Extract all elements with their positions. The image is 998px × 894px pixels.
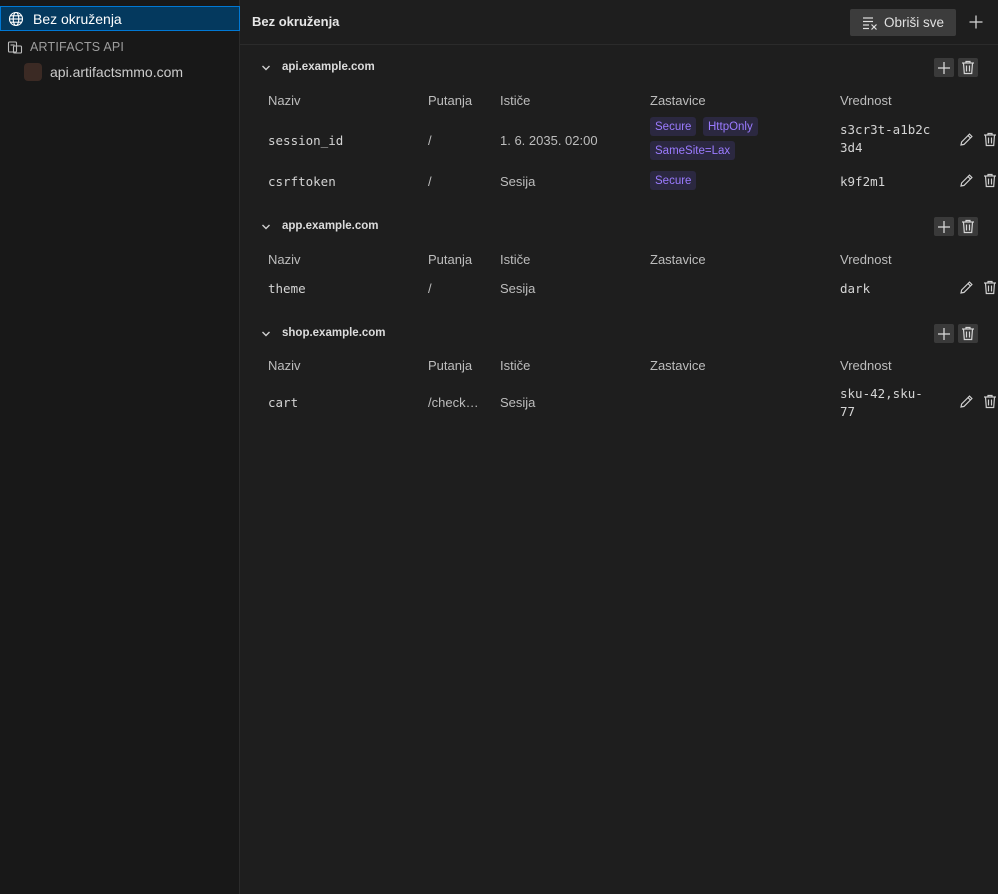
cookie-manager-window: Bez okruženja ARTIFACTS API api.artifact… <box>0 0 998 894</box>
plus-icon <box>938 61 950 74</box>
clear-all-button[interactable]: Obriši sve <box>850 9 956 36</box>
flag-badge: Secure <box>650 171 697 190</box>
edit-cookie-button[interactable] <box>957 278 975 296</box>
delete-cookie-button[interactable] <box>981 130 998 148</box>
cookie-name: session_id <box>268 133 344 148</box>
cookie-expires: Sesija <box>500 281 536 296</box>
delete-cookie-button[interactable] <box>981 392 998 410</box>
trash-icon <box>962 60 974 75</box>
column-header-expires: Ističe <box>500 358 531 373</box>
column-header-flags: Zastavice <box>650 252 706 267</box>
environment-group-header[interactable]: ARTIFACTS API <box>0 37 240 57</box>
plus-icon <box>938 327 950 340</box>
trash-icon <box>962 219 974 234</box>
trash-icon <box>984 173 996 187</box>
cookie-value: dark <box>840 281 871 296</box>
globe-icon <box>8 11 24 26</box>
cookie-expires: 1. 6. 2035. 02:00 <box>500 133 598 148</box>
column-header-name: Naziv <box>268 358 301 373</box>
environment-item-artifacts[interactable]: api.artifactsmmo.com <box>24 61 183 83</box>
delete-domain-button[interactable] <box>958 324 978 343</box>
column-header-flags: Zastavice <box>650 358 706 373</box>
pencil-icon <box>959 394 973 408</box>
cookie-value: sku-42,sku-77 <box>840 386 923 419</box>
chevron-down-icon[interactable] <box>260 221 272 233</box>
add-cookie-to-domain-button[interactable] <box>934 58 954 77</box>
add-cookie-to-domain-button[interactable] <box>934 217 954 236</box>
cookie-value: s3cr3t-a1b2c3d4 <box>840 122 931 155</box>
clear-all-label: Obriši sve <box>883 15 944 30</box>
column-header-expires: Ističe <box>500 93 531 108</box>
page-title: Bez okruženja <box>252 14 340 29</box>
column-header-path: Putanja <box>428 93 473 108</box>
environment-group-icon <box>7 41 23 54</box>
clear-all-icon <box>862 16 877 30</box>
column-header-value: Vrednost <box>840 358 892 373</box>
environment-item-no-environment[interactable]: Bez okruženja <box>0 6 240 31</box>
plus-icon <box>969 15 983 29</box>
cookie-path: / <box>428 133 432 148</box>
column-header-expires: Ističe <box>500 252 531 267</box>
environment-item-label: Bez okruženja <box>33 10 122 27</box>
column-header-path: Putanja <box>428 252 473 267</box>
cookie-path: /check… <box>428 395 479 410</box>
column-header-flags: Zastavice <box>650 93 706 108</box>
cookie-name: csrftoken <box>268 174 336 189</box>
delete-domain-button[interactable] <box>958 58 978 77</box>
flag-badge: HttpOnly <box>703 117 758 136</box>
trash-icon <box>984 132 996 146</box>
main-panel: Bez okruženja Obriši sve api.example.com <box>240 0 998 894</box>
domain-row: app.example.com <box>240 217 998 239</box>
domain-name: app.example.com <box>282 220 379 232</box>
trash-icon <box>984 394 996 408</box>
cookie-name: cart <box>268 395 299 410</box>
chevron-down-icon[interactable] <box>260 328 272 340</box>
cookie-name: theme <box>268 281 306 296</box>
cookie-expires: Sesija <box>500 395 536 410</box>
environment-group-label: ARTIFACTS API <box>30 40 125 54</box>
delete-domain-button[interactable] <box>958 217 978 236</box>
column-header-value: Vrednost <box>840 252 892 267</box>
sidebar: Bez okruženja ARTIFACTS API api.artifact… <box>0 0 240 894</box>
pencil-icon <box>959 132 973 146</box>
edit-cookie-button[interactable] <box>957 130 975 148</box>
cookie-expires: Sesija <box>500 174 536 189</box>
trash-icon <box>984 280 996 294</box>
add-cookie-to-domain-button[interactable] <box>934 324 954 343</box>
column-header-name: Naziv <box>268 93 301 108</box>
domain-row: shop.example.com <box>240 324 998 346</box>
domain-row: api.example.com <box>240 58 998 80</box>
main-header: Bez okruženja Obriši sve <box>240 0 998 45</box>
pencil-icon <box>959 173 973 187</box>
column-header-path: Putanja <box>428 358 473 373</box>
delete-cookie-button[interactable] <box>981 278 998 296</box>
edit-cookie-button[interactable] <box>957 392 975 410</box>
add-cookie-button[interactable] <box>966 12 986 32</box>
domain-name: api.example.com <box>282 61 375 73</box>
column-header-value: Vrednost <box>840 93 892 108</box>
trash-icon <box>962 326 974 341</box>
flag-badge: Secure <box>650 117 697 136</box>
cookie-path: / <box>428 281 432 296</box>
cookie-value: k9f2m1 <box>840 174 886 189</box>
flag-badge: SameSite=Lax <box>650 141 736 160</box>
cookie-path: / <box>428 174 432 189</box>
environment-color-swatch <box>24 63 42 81</box>
domain-name: shop.example.com <box>282 327 386 339</box>
table-row: cart /check… Sesija sku-42,sku-77 <box>240 384 998 424</box>
table-row: csrftoken / Sesija Secure k9f2m1 <box>240 170 998 192</box>
environment-item-label: api.artifactsmmo.com <box>50 64 184 80</box>
plus-icon <box>938 220 950 233</box>
pencil-icon <box>959 280 973 294</box>
chevron-down-icon[interactable] <box>260 62 272 74</box>
column-header-name: Naziv <box>268 252 301 267</box>
table-row: session_id / 1. 6. 2035. 02:00 Secure Ht… <box>240 116 998 164</box>
table-row: theme / Sesija dark <box>240 277 998 299</box>
edit-cookie-button[interactable] <box>957 171 975 189</box>
delete-cookie-button[interactable] <box>981 171 998 189</box>
